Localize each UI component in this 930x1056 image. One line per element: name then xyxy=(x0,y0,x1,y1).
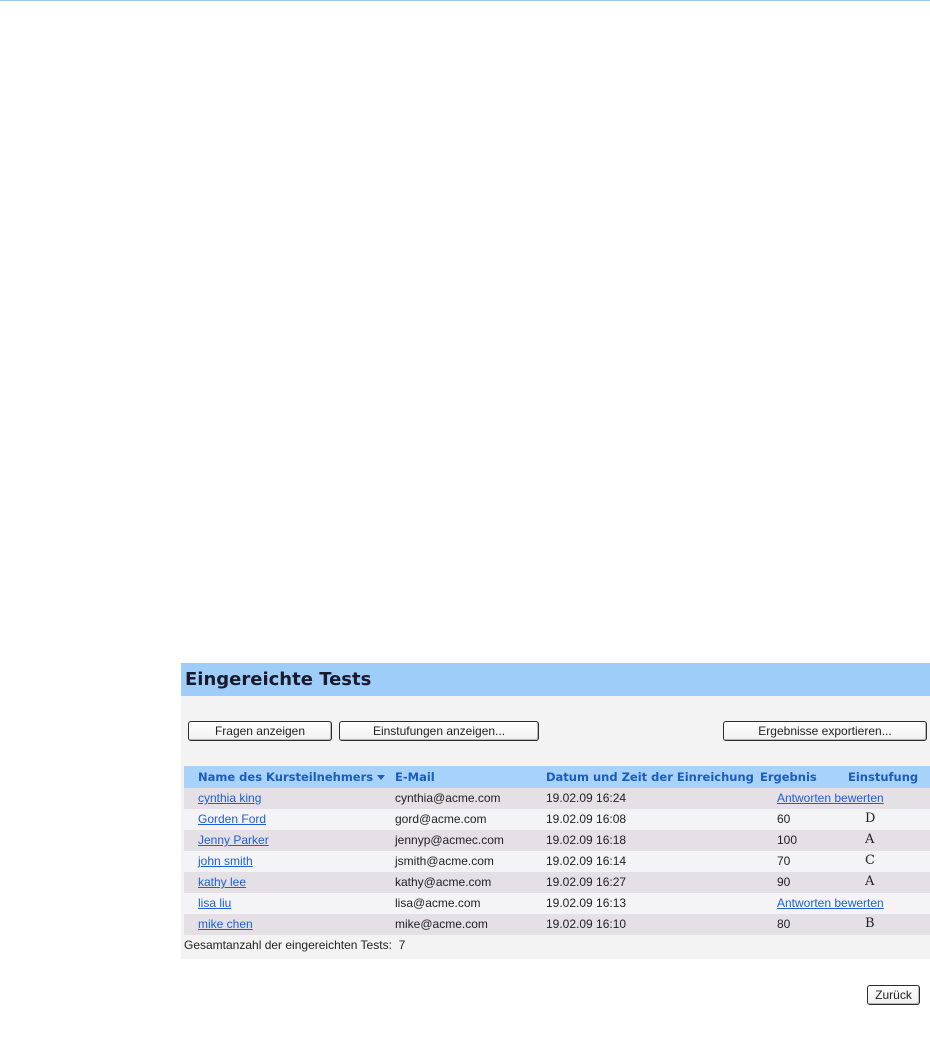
student-email: kathy@acme.com xyxy=(395,875,492,889)
submission-datetime: 19.02.09 16:14 xyxy=(546,854,627,868)
submission-datetime: 19.02.09 16:10 xyxy=(546,917,627,931)
grade-value: C xyxy=(865,853,875,868)
total-submissions-value: 7 xyxy=(398,938,406,952)
grade-value: A xyxy=(865,874,875,889)
table-row: Jenny Parker jennyp@acmec.com 19.02.09 1… xyxy=(184,830,930,851)
student-email: jennyp@acmec.com xyxy=(395,833,504,847)
export-results-button[interactable]: Ergebnisse exportieren... xyxy=(723,721,927,741)
grade-value: A xyxy=(865,832,875,847)
student-name-link[interactable]: Gorden Ford xyxy=(198,812,266,826)
student-name-link[interactable]: lisa liu xyxy=(198,896,231,910)
table-header: Name des Kursteilnehmers E-Mail Datum un… xyxy=(184,766,930,788)
student-name-link[interactable]: john smith xyxy=(198,854,253,868)
column-header-name[interactable]: Name des Kursteilnehmers xyxy=(198,770,386,784)
score-value: 90 xyxy=(777,875,791,889)
footer-area xyxy=(181,959,930,1030)
total-submissions-label: Gesamtanzahl der eingereichten Tests: xyxy=(184,938,392,952)
table-row: john smith jsmith@acme.com 19.02.09 16:1… xyxy=(184,851,930,872)
student-email: mike@acme.com xyxy=(395,917,488,931)
panel-header: Eingereichte Tests xyxy=(181,663,930,696)
column-header-datetime[interactable]: Datum und Zeit der Einreichung xyxy=(546,770,754,784)
student-name-link[interactable]: kathy lee xyxy=(198,875,246,889)
table-row: mike chen mike@acme.com 19.02.09 16:10 8… xyxy=(184,914,930,935)
submission-datetime: 19.02.09 16:13 xyxy=(546,896,627,910)
table-row: cynthia king cynthia@acme.com 19.02.09 1… xyxy=(184,788,930,809)
submitted-tests-panel: Eingereichte Tests Fragen anzeigen Einst… xyxy=(181,663,930,1030)
score-value: 100 xyxy=(777,833,798,847)
student-email: jsmith@acme.com xyxy=(395,854,494,868)
column-header-score[interactable]: Ergebnis xyxy=(760,770,817,784)
submission-datetime: 19.02.09 16:27 xyxy=(546,875,627,889)
student-name-link[interactable]: cynthia king xyxy=(198,791,261,805)
column-header-email[interactable]: E-Mail xyxy=(395,770,435,784)
student-name-link[interactable]: Jenny Parker xyxy=(198,833,269,847)
student-email: cynthia@acme.com xyxy=(395,791,501,805)
student-email: lisa@acme.com xyxy=(395,896,481,910)
student-email: gord@acme.com xyxy=(395,812,487,826)
grade-answers-link[interactable]: Antworten bewerten xyxy=(777,896,884,910)
table-row: kathy lee kathy@acme.com 19.02.09 16:27 … xyxy=(184,872,930,893)
table-row: Gorden Ford gord@acme.com 19.02.09 16:08… xyxy=(184,809,930,830)
grade-value: D xyxy=(865,811,876,826)
submission-datetime: 19.02.09 16:08 xyxy=(546,812,627,826)
submission-datetime: 19.02.09 16:24 xyxy=(546,791,627,805)
sort-descending-icon[interactable] xyxy=(377,775,386,780)
student-name-link[interactable]: mike chen xyxy=(198,917,253,931)
submissions-table: Name des Kursteilnehmers E-Mail Datum un… xyxy=(184,766,930,935)
grade-answers-link[interactable]: Antworten bewerten xyxy=(777,791,884,805)
back-button[interactable]: Zurück xyxy=(867,985,920,1005)
score-value: 70 xyxy=(777,854,791,868)
grade-value: B xyxy=(865,916,875,931)
score-value: 60 xyxy=(777,812,791,826)
top-divider xyxy=(0,0,930,1)
column-header-grade[interactable]: Einstufung xyxy=(848,770,918,784)
view-questions-button[interactable]: Fragen anzeigen xyxy=(188,721,332,741)
page-title: Eingereichte Tests xyxy=(185,669,372,690)
table-row: lisa liu lisa@acme.com 19.02.09 16:13 An… xyxy=(184,893,930,914)
total-submissions: Gesamtanzahl der eingereichten Tests: 7 xyxy=(184,938,405,952)
submission-datetime: 19.02.09 16:18 xyxy=(546,833,627,847)
view-grades-button[interactable]: Einstufungen anzeigen... xyxy=(339,721,539,741)
column-header-name-label: Name des Kursteilnehmers xyxy=(198,770,374,784)
score-value: 80 xyxy=(777,917,791,931)
